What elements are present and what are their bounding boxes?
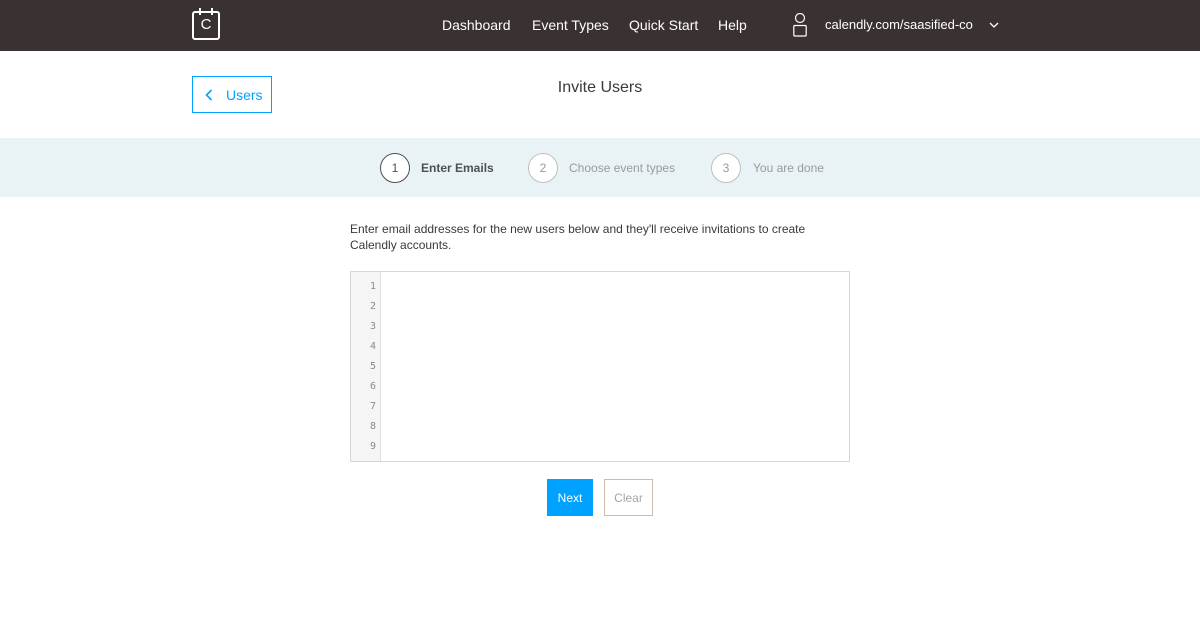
step-1-number: 1 xyxy=(380,153,410,183)
line-number: 2 xyxy=(369,301,376,312)
user-account-url[interactable]: calendly.com/saasified-co xyxy=(825,17,973,33)
line-number: 9 xyxy=(369,441,376,452)
nav-quick-start-link[interactable]: Quick Start xyxy=(629,16,698,34)
step-3-label: You are done xyxy=(753,161,824,175)
line-number: 1 xyxy=(369,281,376,292)
user-icon[interactable] xyxy=(793,13,807,37)
email-addresses-input[interactable] xyxy=(382,272,849,461)
line-number: 5 xyxy=(369,361,376,372)
step-1-label: Enter Emails xyxy=(421,161,494,175)
step-3-number: 3 xyxy=(711,153,741,183)
line-number: 3 xyxy=(369,321,376,332)
nav-help-link[interactable]: Help xyxy=(718,16,747,34)
line-number-gutter: 1 2 3 4 5 6 7 8 9 xyxy=(351,272,381,461)
line-number: 6 xyxy=(369,381,376,392)
line-number: 8 xyxy=(369,421,376,432)
step-2-number: 2 xyxy=(528,153,558,183)
instructions-text: Enter email addresses for the new users … xyxy=(350,222,806,252)
line-number: 4 xyxy=(369,341,376,352)
page-title: Invite Users xyxy=(557,79,643,96)
logo-letter: C xyxy=(200,16,212,33)
clear-button[interactable]: Clear xyxy=(604,479,653,516)
step-2-label: Choose event types xyxy=(569,161,676,175)
chevron-down-icon[interactable] xyxy=(988,19,1000,31)
top-nav-bar: C Dashboard Event Types Quick Start Help… xyxy=(0,0,1200,51)
wizard-steps: 1 Enter Emails 2 Choose event types 3 Yo… xyxy=(0,138,1200,197)
nav-event-types-link[interactable]: Event Types xyxy=(532,16,609,34)
line-number: 7 xyxy=(369,401,376,412)
next-button[interactable]: Next xyxy=(547,479,593,516)
calendar-logo-icon[interactable]: C xyxy=(192,8,220,40)
nav-dashboard-link[interactable]: Dashboard xyxy=(442,16,511,34)
email-editor: 1 2 3 4 5 6 7 8 9 xyxy=(350,271,850,462)
